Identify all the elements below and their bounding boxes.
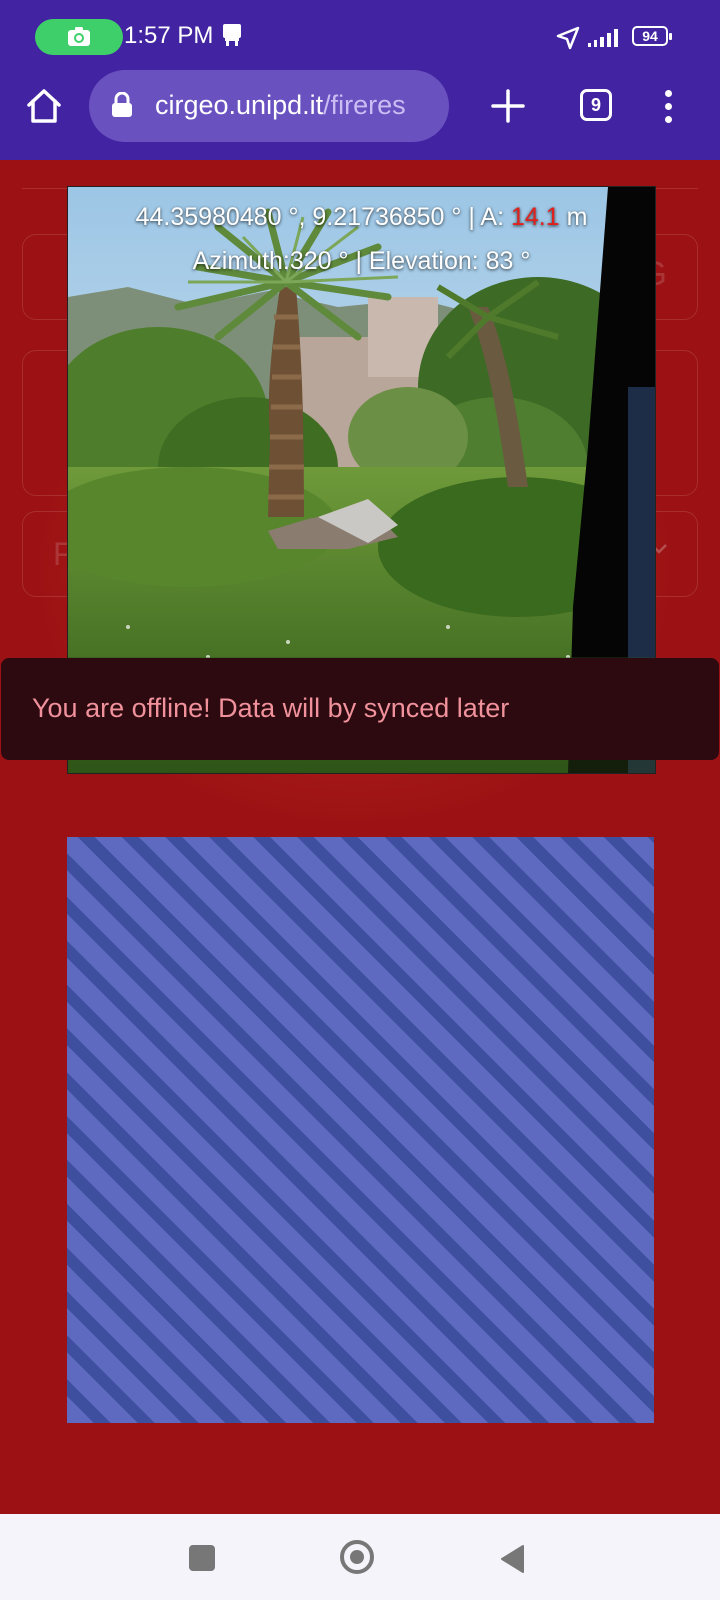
battery-level: 94 [642, 28, 658, 44]
battery-icon: 94 [632, 26, 672, 46]
camera-icon [68, 27, 90, 46]
snackbar-message: You are offline! Data will by synced lat… [32, 693, 510, 723]
altitude-value: 14.1 [510, 203, 560, 231]
signal-icon [588, 29, 618, 47]
offline-snackbar: You are offline! Data will by synced lat… [1, 658, 719, 760]
tabs-icon[interactable]: 9 [580, 89, 612, 121]
image-placeholder [67, 837, 654, 1423]
url-text: cirgeo.unipd.it/fireres [155, 90, 406, 121]
location-arrow-icon [556, 26, 580, 50]
clipboard-icon [223, 24, 241, 46]
home-circle-icon[interactable] [340, 1540, 374, 1574]
clock: 1:57 PM [124, 22, 214, 49]
browser-toolbar: cirgeo.unipd.it/fireres 9 [0, 70, 720, 160]
more-vert-icon[interactable] [658, 88, 678, 124]
plus-icon[interactable] [490, 88, 526, 124]
altitude-unit: m [559, 203, 588, 231]
status-bar: 1:57 PM 94 [0, 0, 720, 70]
photo-orientation: Azimuth:320 ° | Elevation: 83 ° [192, 247, 531, 275]
home-icon[interactable] [24, 86, 64, 126]
back-triangle-icon[interactable] [499, 1544, 525, 1574]
url-path: /fireres [323, 90, 406, 120]
system-nav-bar [0, 1514, 720, 1600]
photo-coordinates: 44.35980480 °, 9.21736850 ° | A: 14.1 m [68, 203, 655, 232]
recents-square-icon[interactable] [189, 1545, 215, 1571]
lock-icon [112, 92, 132, 117]
url-domain: cirgeo.unipd.it [155, 90, 324, 120]
tab-count: 9 [590, 95, 601, 115]
address-bar[interactable]: cirgeo.unipd.it/fireres [89, 70, 449, 142]
screen-record-pill[interactable] [35, 19, 123, 55]
coords-text: 44.35980480 °, 9.21736850 ° | A: [135, 203, 511, 231]
